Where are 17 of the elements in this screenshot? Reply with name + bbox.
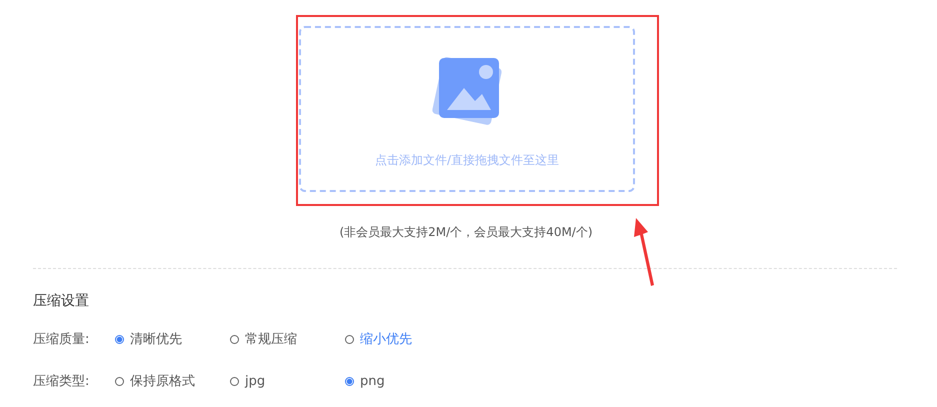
radio-option[interactable]: jpg [230, 374, 345, 388]
radio-option[interactable]: 保持原格式 [115, 372, 230, 390]
radio-button[interactable] [115, 334, 124, 344]
radio-button[interactable] [230, 334, 239, 344]
radio-option[interactable]: png [345, 374, 460, 388]
radio-button[interactable] [230, 376, 239, 386]
radio-button[interactable] [115, 376, 124, 386]
radio-button[interactable] [345, 376, 354, 386]
radio-button[interactable] [345, 334, 354, 344]
radio-option[interactable]: 清晰优先 [115, 330, 230, 348]
radio-option[interactable]: 常规压缩 [230, 330, 345, 348]
radio-option[interactable]: 缩小优先 [345, 330, 460, 348]
setting-label: 压缩类型: [33, 373, 90, 390]
setting-label: 压缩质量: [33, 331, 90, 348]
upload-hint: 点击添加文件/直接拖拽文件至这里 [374, 152, 560, 169]
size-note: (非会员最大支持2M/个，会员最大支持40M/个) [338, 224, 594, 241]
settings-title: 压缩设置 [33, 292, 90, 310]
